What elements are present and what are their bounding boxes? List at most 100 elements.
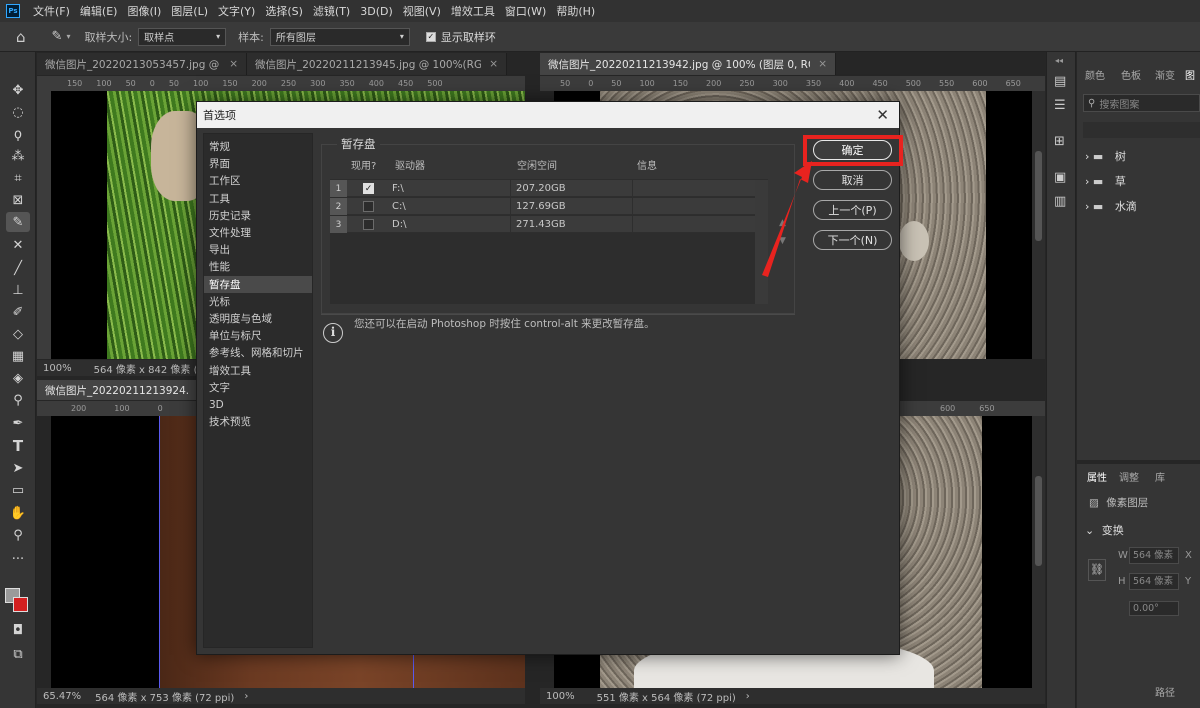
eyedropper-tool-icon[interactable]: ✎	[6, 212, 30, 232]
category-item[interactable]: 文字	[204, 379, 312, 396]
vertical-scrollbar[interactable]	[1032, 91, 1045, 359]
category-item[interactable]: 文件处理	[204, 224, 312, 241]
table-row[interactable]: 2 C:\ 127.69GB	[330, 198, 768, 215]
transform-section[interactable]: ⌄ 变换	[1085, 522, 1124, 538]
more-tools-icon[interactable]: ···	[6, 549, 30, 569]
tab-doc-3[interactable]: 微信图片_20220211213942.jpg @ 100% (图层 0, RG…	[540, 53, 836, 75]
close-icon[interactable]: ✕	[876, 106, 889, 124]
menu-image[interactable]: 图像(I)	[122, 3, 166, 19]
paragraph-panel-icon[interactable]: ▥	[1054, 194, 1066, 209]
category-item[interactable]: 常规	[204, 138, 312, 155]
chevron-right-icon[interactable]: ›	[244, 691, 248, 702]
category-item[interactable]: 工具	[204, 190, 312, 207]
category-item[interactable]: 增效工具	[204, 362, 312, 379]
panel-collapse-icon[interactable]: ◂◂	[1055, 56, 1063, 65]
ok-button[interactable]: 确定	[813, 140, 892, 160]
layers-panel-icon[interactable]: ▣	[1054, 170, 1066, 185]
history-panel-icon[interactable]: ▤	[1054, 74, 1066, 89]
home-icon[interactable]: ⌂	[16, 28, 26, 46]
type-tool-icon[interactable]: T	[6, 436, 30, 456]
category-item[interactable]: 界面	[204, 155, 312, 172]
blur-tool-icon[interactable]: ◈	[6, 368, 30, 388]
category-item[interactable]: 光标	[204, 293, 312, 310]
category-item[interactable]: 工作区	[204, 172, 312, 189]
menu-plugins[interactable]: 增效工具	[446, 3, 500, 19]
brush-settings-icon[interactable]: ⊞	[1054, 134, 1065, 149]
magic-wand-icon[interactable]: ⁂	[6, 146, 30, 166]
quick-mask-icon[interactable]: ◘	[6, 620, 30, 640]
height-field[interactable]: 564 像素	[1129, 573, 1179, 590]
healing-tool-icon[interactable]: ✕	[6, 235, 30, 255]
tab-patterns[interactable]: 图	[1185, 67, 1195, 82]
table-row[interactable]: 1 ✓ F:\ 207.20GB	[330, 180, 768, 197]
marquee-tool-icon[interactable]: ◌	[6, 102, 30, 122]
table-row[interactable]: 3 D:\ 271.43GB	[330, 216, 768, 233]
tab-adjustments[interactable]: 调整	[1119, 469, 1139, 484]
category-item[interactable]: 暂存盘	[204, 275, 312, 293]
chevron-right-icon[interactable]: ›	[746, 691, 750, 702]
rectangle-tool-icon[interactable]: ▭	[6, 480, 30, 500]
hand-tool-icon[interactable]: ✋	[6, 503, 30, 523]
close-icon[interactable]: ×	[489, 58, 498, 70]
cancel-button[interactable]: 取消	[813, 170, 892, 190]
link-icon[interactable]: ⛓	[1088, 559, 1106, 581]
gradient-tool-icon[interactable]: ▦	[6, 346, 30, 366]
pattern-search[interactable]: ⚲ 搜索图案	[1083, 94, 1200, 112]
active-checkbox[interactable]	[363, 201, 374, 212]
close-icon[interactable]: ×	[818, 58, 827, 70]
dodge-tool-icon[interactable]: ⚲	[6, 390, 30, 410]
menu-window[interactable]: 窗口(W)	[500, 3, 551, 19]
stamp-tool-icon[interactable]: ⊥	[6, 280, 30, 300]
menu-help[interactable]: 帮助(H)	[551, 3, 600, 19]
lasso-tool-icon[interactable]: ϙ	[6, 124, 30, 144]
active-checkbox[interactable]: ✓	[363, 183, 374, 194]
category-item[interactable]: 导出	[204, 241, 312, 258]
background-color-swatch[interactable]	[13, 597, 28, 612]
category-item[interactable]: 参考线、网格和切片	[204, 344, 312, 361]
crop-tool-icon[interactable]: ⌗	[6, 168, 30, 188]
pen-tool-icon[interactable]: ✒	[6, 413, 30, 433]
history-brush-icon[interactable]: ✐	[6, 302, 30, 322]
eyedropper-icon[interactable]: ✎	[52, 29, 63, 44]
menu-filter[interactable]: 滤镜(T)	[308, 3, 355, 19]
tab-swatches[interactable]: 色板	[1121, 67, 1141, 82]
show-ring-checkbox[interactable]: ✓	[425, 31, 436, 42]
category-item[interactable]: 单位与标尺	[204, 327, 312, 344]
category-item[interactable]: 性能	[204, 258, 312, 275]
category-item[interactable]: 技术预览	[204, 413, 312, 430]
eraser-tool-icon[interactable]: ◇	[6, 324, 30, 344]
path-select-icon[interactable]: ➤	[6, 458, 30, 478]
brush-tool-icon[interactable]: ╱	[6, 258, 30, 278]
active-checkbox[interactable]	[363, 219, 374, 230]
menu-file[interactable]: 文件(F)	[28, 3, 75, 19]
category-item[interactable]: 历史记录	[204, 207, 312, 224]
tab-gradients[interactable]: 渐变	[1155, 67, 1175, 82]
next-button[interactable]: 下一个(N)	[813, 230, 892, 250]
category-item[interactable]: 透明度与色域	[204, 310, 312, 327]
move-tool-icon[interactable]: ✥	[6, 80, 30, 100]
tab-color[interactable]: 颜色	[1085, 67, 1105, 82]
screen-mode-icon[interactable]: ⧉	[6, 644, 30, 664]
tab-doc-1[interactable]: 微信图片_20220213053457.jpg @ 10... ×	[37, 53, 247, 75]
menu-layer[interactable]: 图层(L)	[166, 3, 213, 19]
tab-properties[interactable]: 属性	[1087, 469, 1107, 484]
zoom-tool-icon[interactable]: ⚲	[6, 525, 30, 545]
folder-item-water[interactable]: › ▬ 水滴	[1085, 198, 1137, 214]
adjustments-panel-icon[interactable]: ☰	[1054, 98, 1066, 113]
sample-select[interactable]: 所有图层 ▾	[269, 27, 410, 46]
angle-field[interactable]: 0.00°	[1129, 601, 1179, 616]
tab-libraries[interactable]: 库	[1155, 469, 1165, 484]
tab-doc-4[interactable]: 微信图片_20220211213924.jpg @ 65.4...	[37, 380, 197, 400]
menu-edit[interactable]: 编辑(E)	[75, 3, 123, 19]
vertical-scrollbar[interactable]	[1032, 416, 1045, 688]
menu-type[interactable]: 文字(Y)	[213, 3, 260, 19]
sample-size-select[interactable]: 取样点 ▾	[138, 27, 227, 46]
frame-tool-icon[interactable]: ⊠	[6, 190, 30, 210]
folder-item-grass[interactable]: › ▬ 草	[1085, 173, 1126, 189]
category-item[interactable]: 3D	[204, 396, 312, 413]
width-field[interactable]: 564 像素	[1129, 547, 1179, 564]
menu-3d[interactable]: 3D(D)	[355, 5, 398, 18]
menu-view[interactable]: 视图(V)	[398, 3, 446, 19]
previous-button[interactable]: 上一个(P)	[813, 200, 892, 220]
close-icon[interactable]: ×	[229, 58, 238, 70]
